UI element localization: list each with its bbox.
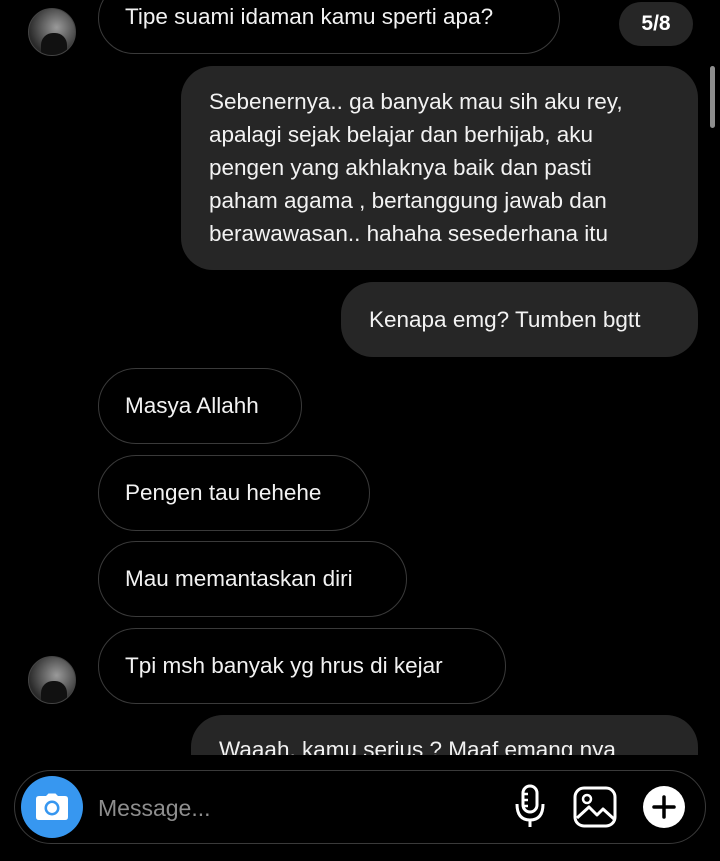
message-text: Masya Allahh xyxy=(125,393,259,418)
received-message[interactable]: Pengen tau hehehe xyxy=(98,455,370,531)
message-text: Tpi msh banyak yg hrus di kejar xyxy=(125,653,443,678)
contact-avatar[interactable] xyxy=(28,8,76,56)
message-line: Sebenernya.. ga banyak mau sih aku rey, xyxy=(209,89,623,114)
received-message[interactable]: Tpi msh banyak yg hrus di kejar xyxy=(98,628,506,704)
message-text: Mau memantaskan diri xyxy=(125,566,353,591)
message-line: paham agama , bertanggung jawab dan xyxy=(209,188,607,213)
gallery-button[interactable] xyxy=(572,785,618,829)
plus-icon xyxy=(652,795,676,819)
contact-avatar[interactable] xyxy=(28,656,76,704)
gallery-icon xyxy=(573,786,617,828)
sent-message[interactable]: Sebenernya.. ga banyak mau sih aku rey, … xyxy=(181,66,698,270)
received-message[interactable]: Tipe suami idaman kamu sperti apa? xyxy=(98,0,560,54)
sent-message[interactable]: Kenapa emg? Tumben bgtt xyxy=(341,282,698,357)
received-message[interactable]: Mau memantaskan diri xyxy=(98,541,407,617)
camera-icon xyxy=(35,793,69,821)
message-text: Pengen tau hehehe xyxy=(125,480,322,505)
microphone-icon xyxy=(513,784,547,830)
voice-message-button[interactable] xyxy=(510,783,550,831)
message-line: pengen yang akhlaknya baik dan pasti xyxy=(209,155,592,180)
message-thread[interactable]: Tipe suami idaman kamu sperti apa? 5/8 S… xyxy=(0,0,720,755)
received-message[interactable]: Masya Allahh xyxy=(98,368,302,444)
message-line: berawawasan.. hahaha sesederhana itu xyxy=(209,221,609,246)
camera-button[interactable] xyxy=(21,776,83,838)
scrollbar[interactable] xyxy=(710,66,715,128)
sent-message[interactable]: Waaah, kamu serius ? Maaf emang nya xyxy=(191,715,698,755)
more-options-button[interactable] xyxy=(643,786,685,828)
message-text: Kenapa emg? Tumben bgtt xyxy=(369,307,641,332)
message-text: Tipe suami idaman kamu sperti apa? xyxy=(125,4,494,29)
media-counter-badge: 5/8 xyxy=(619,2,693,46)
message-line: apalagi sejak belajar dan berhijab, aku xyxy=(209,122,594,147)
message-input[interactable] xyxy=(98,788,478,828)
message-text: Waaah, kamu serius ? Maaf emang nya xyxy=(219,737,616,755)
